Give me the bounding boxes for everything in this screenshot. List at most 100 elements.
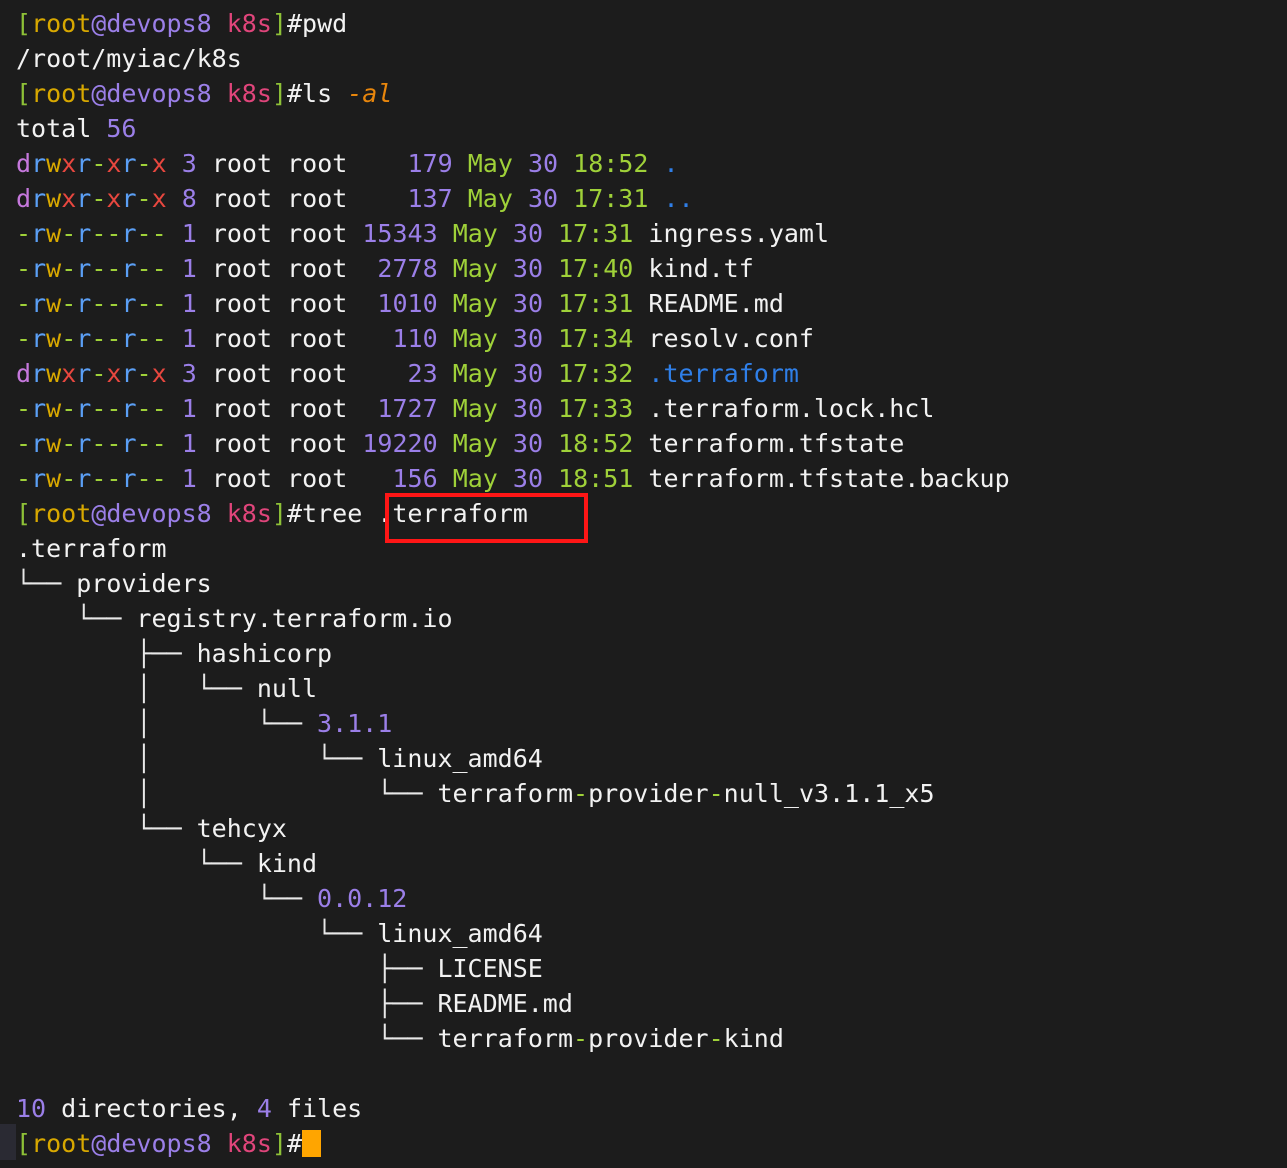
ls-permissions: -rw-r--r-- bbox=[16, 289, 167, 318]
tree-row: ├── LICENSE bbox=[16, 951, 1287, 986]
prompt-close-bracket: ] bbox=[271, 1129, 287, 1158]
ls-day: 30 bbox=[512, 464, 544, 493]
ls-time: 17:31 bbox=[558, 289, 634, 318]
ls-group: root bbox=[287, 184, 348, 213]
ls-group: root bbox=[287, 429, 348, 458]
tree-branch-glyph: │ └── bbox=[16, 709, 318, 738]
tree-entry-name[interactable]: tehcyx bbox=[197, 814, 287, 843]
ls-group: root bbox=[287, 394, 348, 423]
ls-owner: root bbox=[211, 359, 273, 388]
typed-command-pwd: pwd bbox=[302, 9, 348, 38]
tree-entry-name[interactable]: registry.terraform.io bbox=[136, 604, 452, 633]
command-line-ls: [root@devops8 k8s]#ls -al bbox=[16, 76, 1287, 111]
ls-row: drwxr-xr-x 3 root root 179 May 30 18:52 … bbox=[16, 146, 1287, 181]
ls-group: root bbox=[287, 254, 348, 283]
ls-entry-name[interactable]: .. bbox=[663, 184, 693, 213]
prompt-cwd: k8s bbox=[211, 9, 272, 38]
prompt-hash: # bbox=[286, 1129, 303, 1158]
ls-entry-name[interactable]: resolv.conf bbox=[648, 324, 814, 353]
ls-link-count: 3 bbox=[181, 149, 197, 178]
ls-day: 30 bbox=[527, 184, 559, 213]
tree-entry-name[interactable]: providers bbox=[76, 569, 211, 598]
ls-entry-name[interactable]: README.md bbox=[648, 289, 783, 318]
ls-group: root bbox=[287, 324, 348, 353]
ls-owner: root bbox=[211, 324, 273, 353]
tree-summary-file-label: files bbox=[271, 1094, 363, 1123]
prompt-hash: # bbox=[286, 9, 303, 38]
terminal-window[interactable]: [root@devops8 k8s]#pwd /root/myiac/k8s [… bbox=[0, 0, 1287, 1168]
tree-branch-glyph: └── bbox=[16, 569, 77, 598]
ls-time: 17:31 bbox=[573, 184, 649, 213]
prompt-open-bracket: [ bbox=[16, 499, 32, 528]
tree-branch-glyph: │ └── bbox=[16, 674, 257, 703]
tree-branch-glyph: └── bbox=[16, 814, 197, 843]
ls-size: 137 bbox=[407, 184, 453, 213]
ls-entry-name[interactable]: kind.tf bbox=[648, 254, 753, 283]
ls-owner: root bbox=[211, 149, 273, 178]
ls-link-count: 1 bbox=[181, 219, 197, 248]
ls-owner: root bbox=[211, 429, 273, 458]
ls-group: root bbox=[287, 464, 348, 493]
tree-entry-name[interactable]: linux_amd64 bbox=[377, 744, 543, 773]
tree-row: .terraform bbox=[16, 531, 1287, 566]
prompt-host: @devops8 bbox=[91, 499, 212, 528]
ls-month: May bbox=[452, 394, 498, 423]
ls-link-count: 1 bbox=[181, 254, 197, 283]
prompt-close-bracket: ] bbox=[271, 79, 287, 108]
prompt-close-bracket: ] bbox=[271, 499, 287, 528]
tree-entry-name[interactable]: hashicorp bbox=[197, 639, 332, 668]
tree-argument-terraform: .terraform bbox=[377, 499, 528, 528]
ls-time: 18:52 bbox=[573, 149, 649, 178]
ls-month: May bbox=[452, 289, 498, 318]
prompt-hash: # bbox=[286, 499, 303, 528]
prompt-user: root bbox=[31, 79, 92, 108]
tree-entry-name[interactable]: kind bbox=[257, 849, 317, 878]
ls-permissions: drwxr-xr-x bbox=[16, 359, 167, 388]
ls-month: May bbox=[452, 359, 498, 388]
tree-entry-name[interactable]: README.md bbox=[437, 989, 572, 1018]
ls-size: 1727 bbox=[377, 394, 438, 423]
ls-entry-name[interactable]: .terraform.lock.hcl bbox=[648, 394, 934, 423]
tree-entry-name[interactable]: LICENSE bbox=[437, 954, 542, 983]
ls-total-line: total 56 bbox=[16, 111, 1287, 146]
tree-entry-name[interactable]: terraform-provider-null_v3.1.1_x5 bbox=[437, 779, 934, 808]
tree-entry-name[interactable]: .terraform bbox=[16, 534, 167, 563]
ls-entry-name[interactable]: . bbox=[663, 149, 678, 178]
ls-total-label: total bbox=[16, 114, 107, 143]
ls-listing: drwxr-xr-x 3 root root 179 May 30 18:52 … bbox=[16, 146, 1287, 496]
tree-row: ├── hashicorp bbox=[16, 636, 1287, 671]
command-line-final-prompt[interactable]: [root@devops8 k8s]# bbox=[16, 1126, 1287, 1161]
ls-time: 17:32 bbox=[558, 359, 634, 388]
tree-entry-name[interactable]: terraform-provider-kind bbox=[437, 1024, 783, 1053]
ls-row: -rw-r--r-- 1 root root 19220 May 30 18:5… bbox=[16, 426, 1287, 461]
typed-command-tree: tree bbox=[302, 499, 378, 528]
tree-branch-glyph: └── bbox=[16, 604, 137, 633]
ls-time: 17:31 bbox=[558, 219, 634, 248]
tree-output: .terraform └── providers └── registry.ter… bbox=[16, 531, 1287, 1056]
tree-summary: 10 directories, 4 files bbox=[16, 1091, 1287, 1126]
ls-entry-name[interactable]: terraform.tfstate bbox=[648, 429, 904, 458]
tree-row: └── providers bbox=[16, 566, 1287, 601]
tree-entry-name[interactable]: null bbox=[257, 674, 317, 703]
tree-entry-name[interactable]: 3.1.1 bbox=[317, 709, 392, 738]
ls-owner: root bbox=[211, 464, 273, 493]
tree-branch-glyph: └── bbox=[16, 919, 378, 948]
prompt-cwd: k8s bbox=[211, 499, 272, 528]
ls-entry-name[interactable]: ingress.yaml bbox=[648, 219, 829, 248]
tree-row: └── registry.terraform.io bbox=[16, 601, 1287, 636]
ls-day: 30 bbox=[512, 219, 544, 248]
prompt-hash: # bbox=[286, 79, 303, 108]
prompt-host: @devops8 bbox=[91, 1129, 212, 1158]
ls-entry-name[interactable]: terraform.tfstate.backup bbox=[648, 464, 1009, 493]
tree-entry-name[interactable]: 0.0.12 bbox=[317, 884, 407, 913]
tree-entry-name[interactable]: linux_amd64 bbox=[377, 919, 543, 948]
prompt-user: root bbox=[31, 499, 92, 528]
ls-day: 30 bbox=[512, 324, 544, 353]
tree-branch-glyph: ├── bbox=[16, 989, 438, 1018]
ls-owner: root bbox=[211, 394, 273, 423]
ls-link-count: 1 bbox=[181, 429, 197, 458]
ls-day: 30 bbox=[512, 289, 544, 318]
ls-row: -rw-r--r-- 1 root root 2778 May 30 17:40… bbox=[16, 251, 1287, 286]
ls-entry-name[interactable]: .terraform bbox=[648, 359, 799, 388]
